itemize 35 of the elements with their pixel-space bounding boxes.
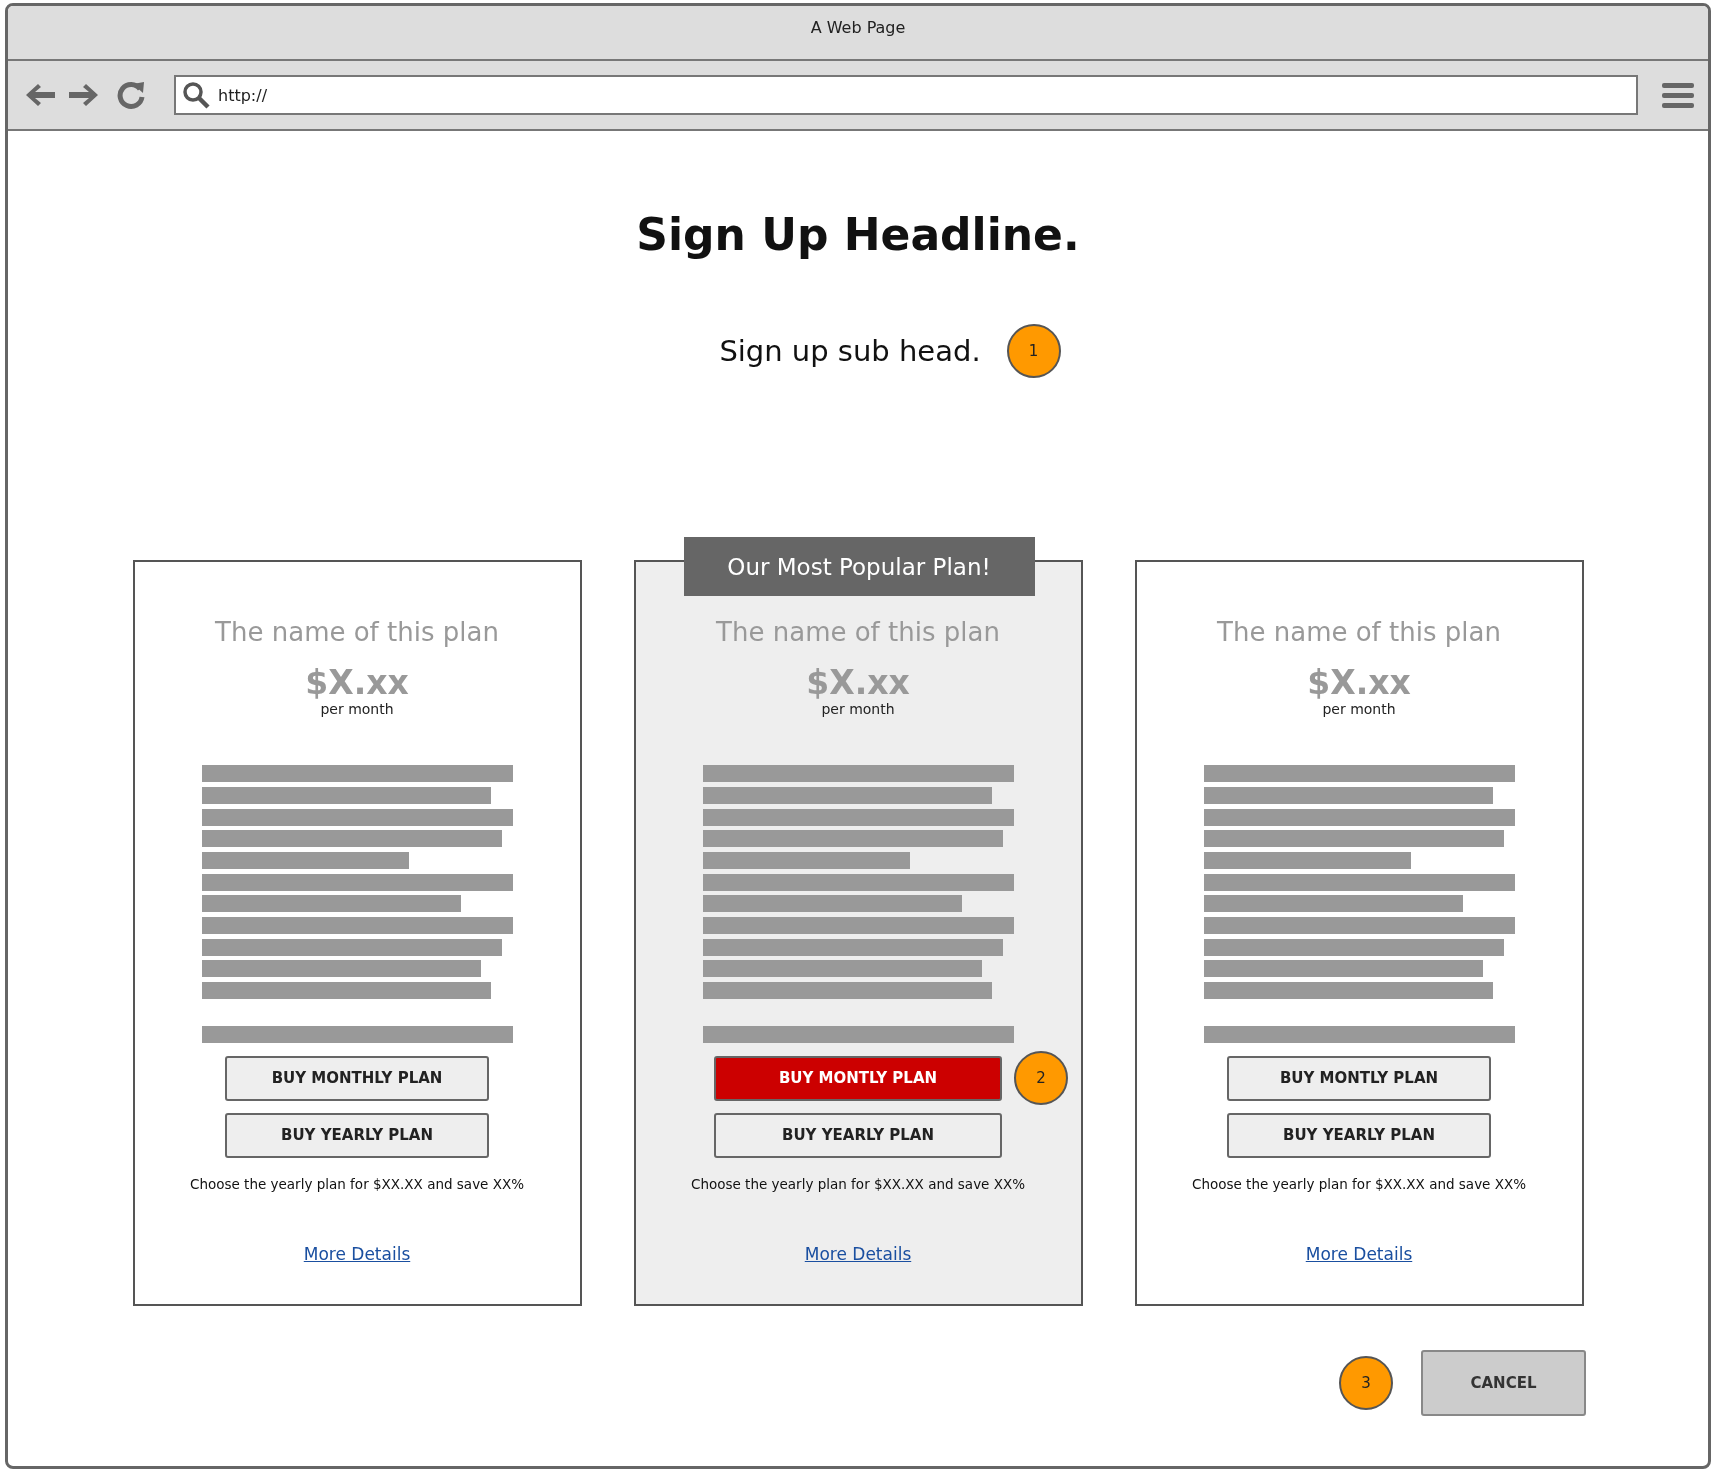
plan-price: $X.xx bbox=[305, 665, 409, 702]
plan-name: The name of this plan bbox=[716, 617, 1000, 647]
back-icon[interactable] bbox=[24, 81, 58, 109]
price-period: per month bbox=[1322, 701, 1396, 718]
buy-button[interactable]: BUY MONTLY PLAN bbox=[1227, 1055, 1491, 1101]
buy-button[interactable]: BUY MONTLY PLAN bbox=[714, 1055, 1002, 1101]
plan-note: Choose the yearly plan for $XX.XX and save XX% bbox=[189, 1175, 525, 1192]
more-details-link[interactable]: More Details bbox=[1305, 1243, 1413, 1264]
more-details-link[interactable]: More Details bbox=[303, 1243, 411, 1264]
callout-badge: 3 bbox=[1339, 1356, 1393, 1410]
window-title: A Web Page bbox=[810, 18, 906, 38]
price-period: per month bbox=[320, 701, 394, 718]
buy-button[interactable]: BUY MONTHLY PLAN bbox=[225, 1055, 489, 1101]
plan-price: $X.xx bbox=[1307, 665, 1411, 702]
reload-icon[interactable] bbox=[116, 80, 146, 110]
price-period: per month bbox=[821, 701, 895, 718]
popular-banner: Our Most Popular Plan! bbox=[683, 537, 1035, 596]
callout-badge: 2 bbox=[1014, 1050, 1068, 1105]
plan-price: $X.xx bbox=[806, 665, 910, 702]
buy-button[interactable]: BUY YEARLY PLAN bbox=[225, 1112, 489, 1158]
plan-note: Choose the yearly plan for $XX.XX and save XX% bbox=[1191, 1175, 1527, 1192]
buy-button[interactable]: BUY YEARLY PLAN bbox=[714, 1112, 1002, 1158]
headline: Sign Up Headline. bbox=[636, 209, 1080, 260]
plan-name: The name of this plan bbox=[1217, 617, 1501, 647]
plan-note: Choose the yearly plan for $XX.XX and save XX% bbox=[690, 1175, 1026, 1192]
callout-badge: 1 bbox=[1006, 324, 1061, 378]
address-field[interactable]: http:// bbox=[174, 75, 1638, 115]
search-icon bbox=[182, 81, 210, 109]
buy-button[interactable]: BUY YEARLY PLAN bbox=[1227, 1112, 1491, 1158]
cancel-button[interactable]: CANCEL bbox=[1421, 1350, 1586, 1416]
menu-icon[interactable] bbox=[1662, 81, 1694, 109]
more-details-link[interactable]: More Details bbox=[804, 1243, 912, 1264]
forward-icon[interactable] bbox=[68, 81, 100, 109]
subheadline: Sign up sub head. bbox=[719, 334, 981, 368]
plan-name: The name of this plan bbox=[215, 617, 499, 647]
